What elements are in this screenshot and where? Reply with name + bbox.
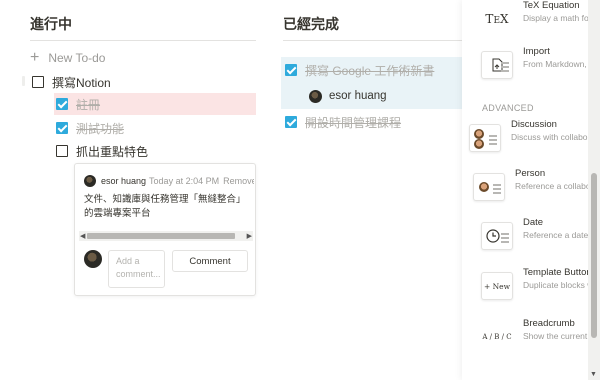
block-title: TeX Equation	[523, 0, 580, 11]
todo-label: 開設時間管理課程	[305, 115, 402, 130]
block-title: Person	[515, 168, 546, 179]
clock-icon	[481, 222, 513, 250]
tex-icon: TEX	[481, 5, 513, 33]
template-button-icon: + New	[481, 272, 513, 300]
avatar	[84, 175, 96, 187]
block-title: Date	[523, 217, 544, 228]
block-description: Display a math formula	[523, 13, 588, 23]
scroll-left-icon[interactable]: ◀	[80, 232, 85, 240]
comment-author: esor huang	[101, 176, 147, 186]
todo-label: 抓出重點特色	[76, 144, 149, 159]
block-option-import[interactable]: Import From Markdown, Word, or HTML	[478, 44, 588, 86]
checkbox[interactable]	[32, 76, 44, 88]
todo-label: 測試功能	[76, 121, 125, 136]
avatar	[84, 250, 102, 268]
discussion-icon	[469, 124, 501, 152]
block-option-breadcrumb[interactable]: A / B / C Breadcrumb Show the current pag…	[478, 316, 588, 358]
block-description: Reference a date	[523, 230, 588, 240]
breadcrumb-icon: A / B / C	[481, 323, 513, 351]
import-icon	[481, 51, 513, 79]
todo-label: 註冊	[76, 97, 101, 112]
comment-input[interactable]: Add a comment...	[108, 250, 165, 288]
todo-item[interactable]: 抓出重點特色	[56, 140, 148, 162]
comment-button[interactable]: Comment	[172, 250, 248, 272]
column-divider	[30, 40, 256, 41]
scroll-down-icon[interactable]: ▼	[590, 371, 597, 378]
block-description: From Markdown, Word, or HTML	[523, 59, 588, 69]
comment-text: 文件、知識庫與任務管理「無縫整合」的雲端專案平台	[84, 194, 246, 219]
drag-handle[interactable]	[22, 76, 25, 86]
block-option-person[interactable]: Person Reference a collaborator	[470, 166, 588, 208]
remove-comment-button[interactable]: Remove	[223, 176, 254, 186]
column-divider	[283, 40, 466, 41]
section-label-advanced: ADVANCED	[482, 103, 534, 113]
new-todo-label: New To-do	[48, 51, 106, 65]
checkbox-checked[interactable]	[285, 116, 297, 128]
checkbox-checked[interactable]	[285, 64, 297, 76]
block-title: Discussion	[511, 119, 557, 130]
checkbox[interactable]	[56, 145, 68, 157]
block-option-tex-equation[interactable]: TEX TeX Equation Display a math formula	[478, 0, 588, 40]
person-icon	[473, 173, 505, 201]
block-title: Template Button	[523, 267, 588, 278]
todo-item[interactable]: 撰寫Notion	[32, 71, 111, 93]
column-title-completed: 已經完成	[283, 16, 339, 32]
todo-item[interactable]: 註冊	[56, 93, 100, 115]
new-todo-button[interactable]: + New To-do	[30, 47, 105, 69]
todo-item[interactable]: 測試功能	[56, 117, 124, 139]
scroll-right-icon[interactable]: ▶	[247, 232, 252, 240]
block-description: Reference a collaborator	[515, 181, 588, 191]
comment-popover: esor huang Today at 2:04 PM Remove 文件、知識…	[74, 163, 256, 296]
comment-timestamp: Today at 2:04 PM	[149, 176, 220, 186]
todo-item[interactable]: 開設時間管理課程	[285, 111, 401, 133]
block-option-date[interactable]: Date Reference a date	[478, 215, 588, 257]
todo-label: 撰寫Notion	[52, 75, 111, 90]
block-description: Discuss with collaborators	[511, 132, 588, 142]
todo-label: 撰寫 Google 工作術新書	[305, 63, 435, 78]
block-title: Breadcrumb	[523, 318, 575, 329]
checkbox-checked[interactable]	[56, 122, 68, 134]
column-title-in-progress: 進行中	[30, 16, 72, 32]
assignee-name: esor huang	[329, 90, 387, 102]
scrollbar-thumb[interactable]	[87, 233, 235, 239]
assignee[interactable]: esor huang	[309, 85, 387, 107]
block-description: Duplicate blocks with a click	[523, 280, 588, 290]
todo-item[interactable]: 撰寫 Google 工作術新書	[285, 59, 434, 81]
block-description: Show the current page location	[523, 331, 588, 341]
block-option-discussion[interactable]: Discussion Discuss with collaborators	[466, 117, 588, 159]
comment-header: esor huang Today at 2:04 PM Remove	[84, 175, 254, 187]
checkbox-checked[interactable]	[56, 98, 68, 110]
block-option-template-button[interactable]: + New Template Button Duplicate blocks wi…	[478, 265, 588, 307]
scrollbar-thumb[interactable]	[591, 173, 597, 338]
vertical-scrollbar[interactable]: ▼	[588, 0, 600, 380]
avatar	[309, 89, 322, 103]
plus-icon: +	[30, 49, 40, 66]
horizontal-scrollbar[interactable]: ◀ ▶	[79, 231, 253, 241]
block-title: Import	[523, 46, 550, 57]
